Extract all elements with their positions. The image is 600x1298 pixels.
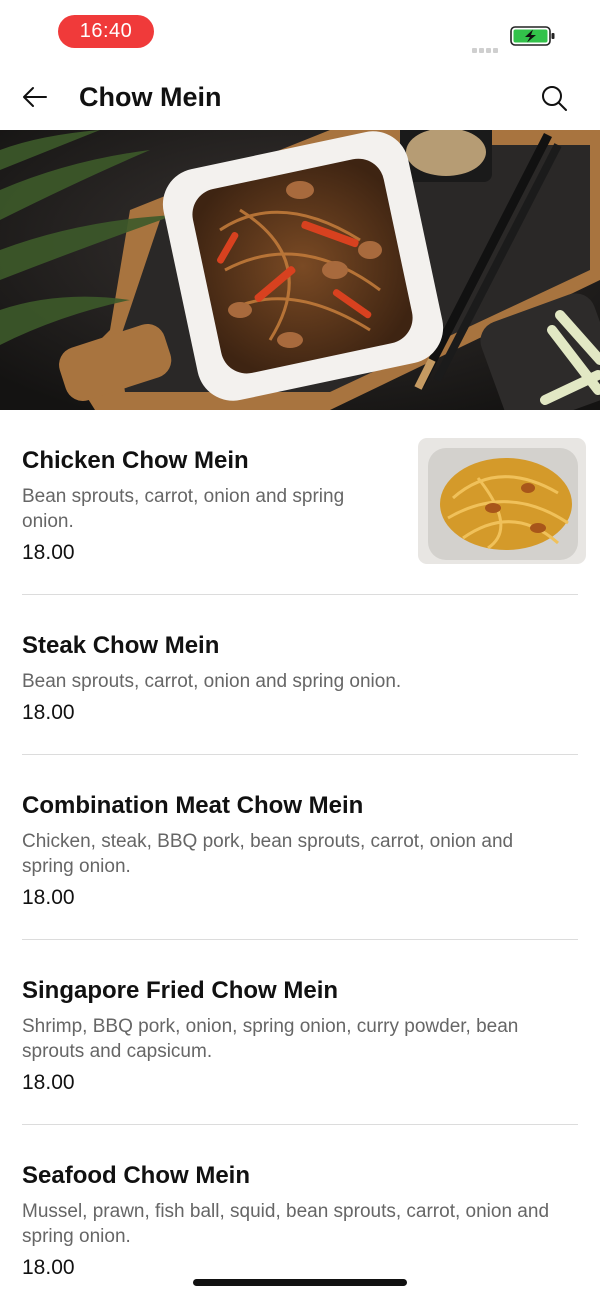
page-title: Chow Mein bbox=[79, 82, 222, 112]
item-price: 18.00 bbox=[22, 1256, 75, 1279]
signal-icon bbox=[472, 40, 504, 53]
item-name: Seafood Chow Mein bbox=[22, 1162, 250, 1189]
item-price: 18.00 bbox=[22, 701, 75, 724]
home-indicator[interactable] bbox=[193, 1279, 407, 1286]
menu-item[interactable]: Combination Meat Chow Mein Chicken, stea… bbox=[22, 783, 578, 923]
item-name: Chicken Chow Mein bbox=[22, 447, 249, 474]
item-description: Chicken, steak, BBQ pork, bean sprouts, … bbox=[22, 831, 514, 852]
item-price: 18.00 bbox=[22, 1071, 75, 1094]
item-description: Bean sprouts, carrot, onion and spring bbox=[22, 486, 345, 507]
status-time: 16:40 bbox=[58, 15, 154, 48]
item-description-line2: spring onion. bbox=[22, 1226, 131, 1247]
item-price: 18.00 bbox=[22, 886, 75, 909]
search-icon[interactable] bbox=[538, 82, 570, 114]
divider bbox=[22, 594, 578, 595]
menu-category-screen: 16:40 Chow Mein Chicken Chow Mein Bean s… bbox=[0, 0, 600, 1298]
top-app-bar: Chow Mein bbox=[0, 64, 600, 130]
menu-item[interactable]: Seafood Chow Mein Mussel, prawn, fish ba… bbox=[22, 1153, 578, 1293]
item-name: Singapore Fried Chow Mein bbox=[22, 977, 339, 1004]
item-name: Combination Meat Chow Mein bbox=[22, 792, 364, 819]
status-bar: 16:40 bbox=[0, 0, 600, 64]
battery-charging-icon bbox=[510, 26, 555, 46]
back-arrow-icon[interactable] bbox=[18, 80, 52, 114]
item-description: Mussel, prawn, fish ball, squid, bean sp… bbox=[22, 1201, 550, 1222]
item-description: Bean sprouts, carrot, onion and spring o… bbox=[22, 671, 402, 692]
item-price: 18.00 bbox=[22, 541, 75, 564]
item-description: Shrimp, BBQ pork, onion, spring onion, c… bbox=[22, 1016, 519, 1037]
item-thumbnail[interactable] bbox=[418, 438, 586, 564]
divider bbox=[22, 1124, 578, 1125]
category-hero-image bbox=[0, 130, 600, 410]
menu-item[interactable]: Steak Chow Mein Bean sprouts, carrot, on… bbox=[22, 623, 578, 733]
item-description-line2: spring onion. bbox=[22, 856, 131, 877]
menu-item[interactable]: Singapore Fried Chow Mein Shrimp, BBQ po… bbox=[22, 968, 578, 1108]
divider bbox=[22, 939, 578, 940]
divider bbox=[22, 754, 578, 755]
item-name: Steak Chow Mein bbox=[22, 632, 220, 659]
item-description-line2: sprouts and capsicum. bbox=[22, 1041, 213, 1062]
item-description-line2: onion. bbox=[22, 511, 74, 532]
